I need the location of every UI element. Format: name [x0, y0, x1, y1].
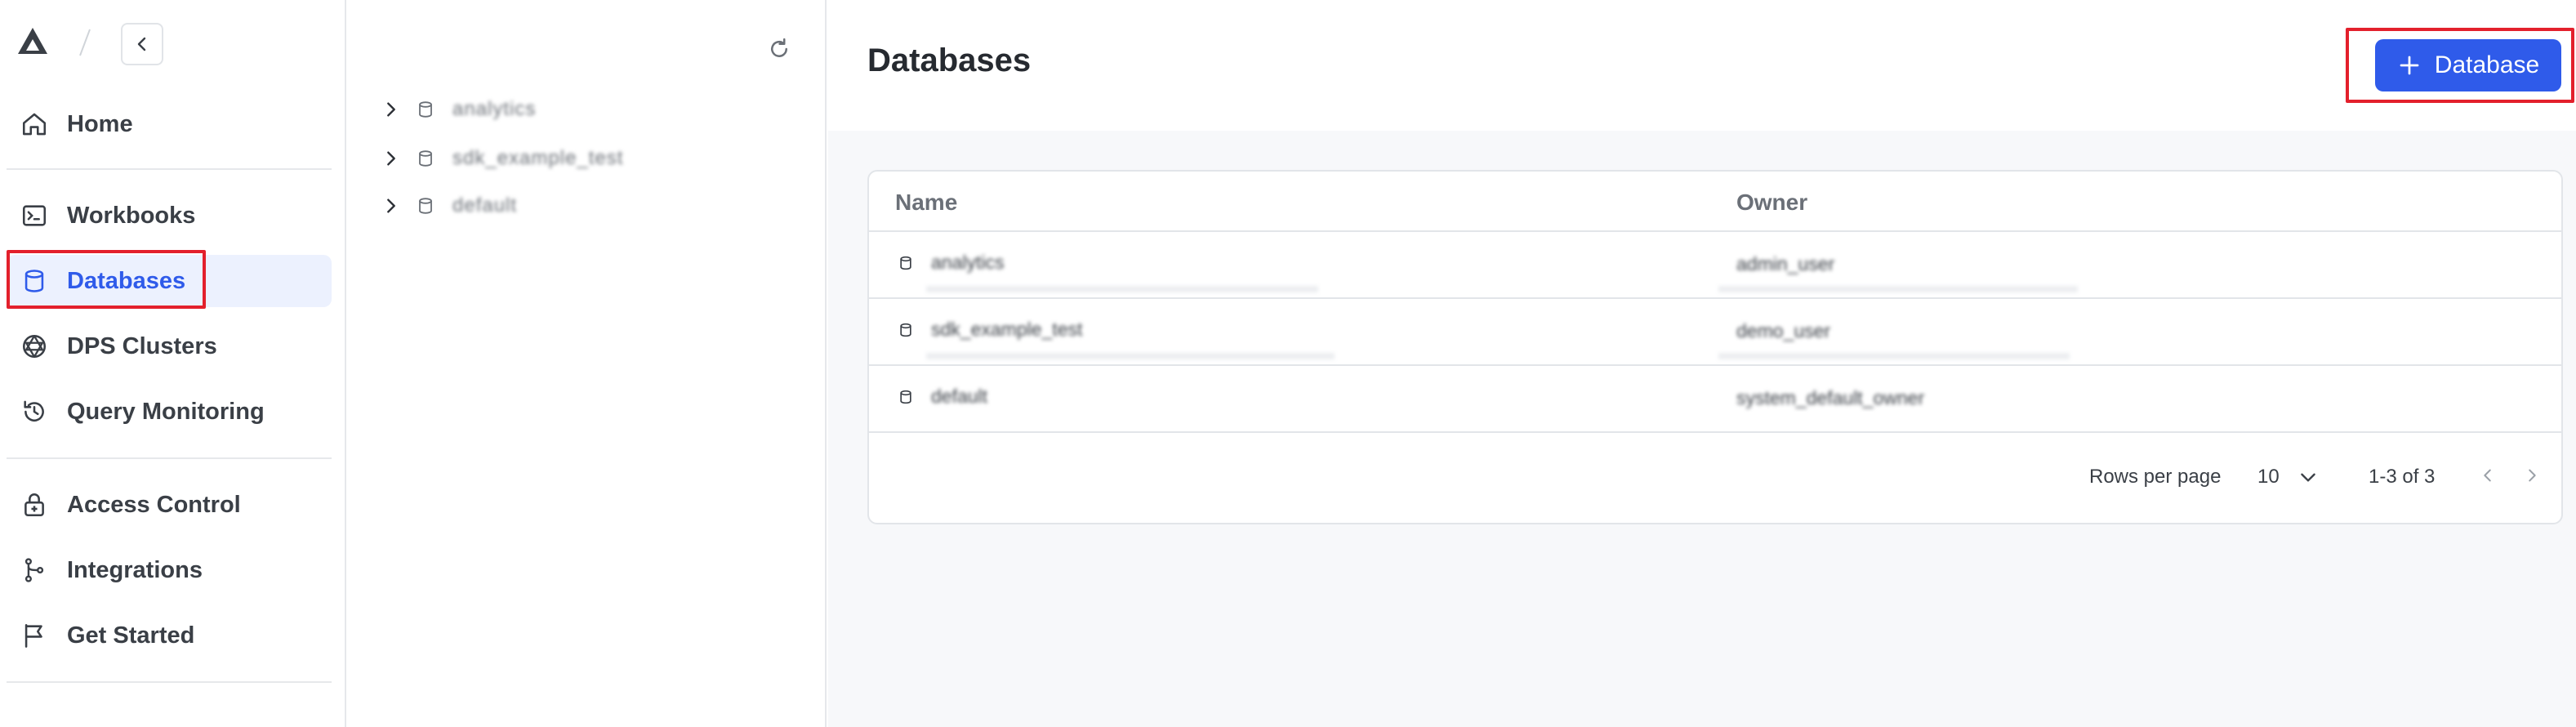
chevron-left-icon [2484, 469, 2491, 482]
sidebar-item-label: Access Control [67, 491, 241, 518]
rows-per-page-value: 10 [2257, 466, 2280, 488]
database-icon [895, 252, 916, 274]
owner-cell: admin_user [1736, 253, 1835, 274]
database-name[interactable]: default [931, 386, 987, 408]
home-icon [18, 108, 51, 140]
tree-item-label: analytics [452, 98, 537, 120]
database-icon [895, 386, 916, 408]
add-database-button[interactable]: Database [2375, 39, 2561, 91]
page-range: 1-3 of 3 [2369, 466, 2436, 488]
previous-page-button[interactable] [2471, 459, 2504, 492]
name-cell: default [895, 386, 987, 408]
chevron-right-icon[interactable] [379, 97, 403, 122]
sidebar-item-label: Databases [67, 267, 186, 294]
clusters-icon [18, 330, 51, 363]
tree-item-label: sdk_example_test [452, 147, 624, 169]
next-page-button[interactable] [2516, 459, 2548, 492]
tree-item[interactable]: default [379, 190, 517, 222]
sidebar-item-integrations[interactable]: Integrations [7, 544, 332, 596]
terminal-icon [18, 199, 51, 232]
database-icon [895, 319, 916, 341]
chevron-right-icon[interactable] [379, 194, 403, 218]
pagination: Rows per page 10 1-3 of 3 [869, 431, 2561, 523]
main-content: Databases Database Name Owner analytics … [828, 0, 2576, 727]
add-database-label: Database [2434, 51, 2540, 78]
rows-per-page-label: Rows per page [2089, 466, 2222, 488]
refresh-icon [771, 38, 787, 57]
collapse-sidebar-button[interactable] [121, 23, 163, 65]
blurred-text [926, 286, 1318, 292]
sidebar-item-workbooks[interactable]: Workbooks [7, 190, 332, 242]
sidebar-item-label: Home [67, 110, 133, 137]
divider [7, 168, 332, 170]
refresh-button[interactable] [764, 34, 794, 64]
sidebar-item-get-started[interactable]: Get Started [7, 609, 332, 662]
plus-icon [2400, 56, 2419, 75]
database-icon [413, 97, 438, 122]
blurred-text [1718, 286, 2078, 292]
chevron-right-icon [2529, 469, 2536, 482]
breadcrumb-separator [78, 28, 91, 57]
chevron-right-icon[interactable] [379, 146, 403, 171]
table-row[interactable]: analytics admin_user [869, 232, 2561, 299]
divider [7, 681, 332, 683]
database-icon [413, 146, 438, 171]
sidebar-item-dps-clusters[interactable]: DPS Clusters [7, 320, 332, 372]
sidebar-item-label: Workbooks [67, 202, 196, 229]
tree-item[interactable]: analytics [379, 93, 536, 126]
blurred-text [926, 353, 1335, 359]
database-icon [413, 194, 438, 218]
table-row[interactable]: sdk_example_test demo_user [869, 299, 2561, 366]
rows-per-page-select[interactable]: 10 [2257, 461, 2331, 493]
history-icon [18, 395, 51, 428]
sidebar-item-databases[interactable]: Databases [7, 255, 332, 307]
name-cell: analytics [895, 252, 1004, 274]
sidebar: Home Workbooks Databases DPS Clusters Qu… [0, 0, 346, 727]
tree-item[interactable]: sdk_example_test [379, 142, 623, 175]
databases-table: Name Owner analytics admin_user sdk_exam… [867, 170, 2563, 524]
database-tree-panel: analytics sdk_example_test default [348, 0, 827, 727]
sidebar-item-query-monitoring[interactable]: Query Monitoring [7, 386, 332, 438]
sidebar-item-access-control[interactable]: Access Control [7, 479, 332, 531]
divider [7, 457, 332, 459]
sidebar-item-label: DPS Clusters [67, 332, 217, 359]
sidebar-item-label: Get Started [67, 622, 195, 649]
name-cell: sdk_example_test [895, 319, 1082, 341]
owner-cell: system_default_owner [1736, 387, 1925, 408]
page-title: Databases [867, 42, 1032, 78]
column-header-name[interactable]: Name [895, 190, 957, 216]
chevron-down-icon [2300, 473, 2315, 482]
column-header-owner[interactable]: Owner [1736, 190, 1807, 216]
page-header: Databases Database [828, 0, 2576, 131]
flag-icon [18, 619, 51, 652]
sidebar-item-home[interactable]: Home [7, 98, 332, 150]
sidebar-item-label: Query Monitoring [67, 398, 265, 425]
sidebar-item-label: Integrations [67, 556, 203, 583]
brand-logo-icon[interactable] [15, 25, 51, 57]
database-name[interactable]: analytics [931, 252, 1004, 274]
chevron-left-icon [137, 37, 146, 51]
lock-icon [18, 488, 51, 521]
integrations-icon [18, 554, 51, 587]
table-row[interactable]: default system_default_owner [869, 366, 2561, 433]
database-name[interactable]: sdk_example_test [931, 319, 1082, 341]
owner-cell: demo_user [1736, 320, 1831, 341]
database-icon [18, 265, 51, 297]
tree-item-label: default [452, 194, 518, 216]
table-header: Name Owner [869, 172, 2561, 232]
blurred-text [1718, 353, 2070, 359]
